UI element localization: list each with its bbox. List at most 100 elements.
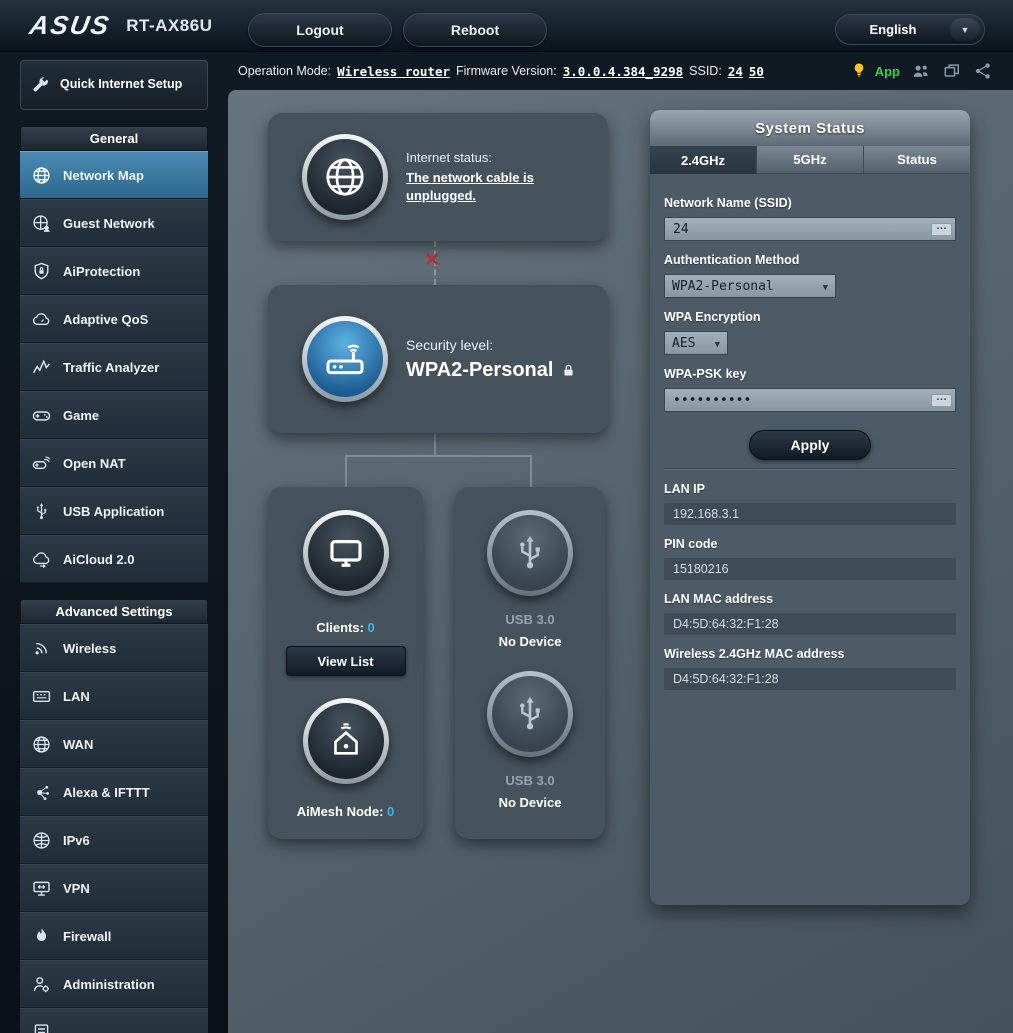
connector-branch: [345, 455, 531, 457]
ssid-5ghz-link[interactable]: 50: [749, 64, 764, 79]
apply-button[interactable]: Apply: [749, 430, 871, 460]
sidebar-item-aiprotection[interactable]: AiProtection: [20, 247, 208, 295]
sidebar-item-label: Game: [63, 407, 100, 423]
sidebar-item-label: AiCloud 2.0: [63, 551, 135, 567]
sidebar-item-adaptive-qos[interactable]: Adaptive QoS: [20, 295, 208, 343]
sidebar-item-wan[interactable]: WAN: [20, 720, 208, 768]
status-bar: Operation Mode: Wireless router Firmware…: [228, 52, 1013, 90]
sidebar-item-alexa-ifttt[interactable]: Alexa & IFTTT: [20, 768, 208, 816]
sidebar-item-wireless[interactable]: Wireless: [20, 624, 208, 672]
sidebar-item-label: IPv6: [63, 832, 90, 848]
router-admin-app: ASUS RT-AX86U Logout Reboot English Oper…: [0, 0, 1013, 1033]
wan-globe-icon: [33, 735, 50, 753]
auth-method-value: WPA2-Personal: [672, 278, 774, 294]
usb1-status: No Device: [498, 634, 562, 649]
windows-copy-icon[interactable]: [942, 61, 962, 81]
logout-button[interactable]: Logout: [248, 13, 392, 47]
lan-mac-label: LAN MAC address: [664, 592, 774, 606]
aimesh-label: AiMesh Node:: [296, 804, 384, 819]
sidebar-item-vpn[interactable]: VPN: [20, 864, 208, 912]
sidebar-item-lan[interactable]: LAN: [20, 672, 208, 720]
usb2-status: No Device: [498, 795, 562, 810]
network-share-icon[interactable]: [973, 61, 993, 81]
internet-globe-button[interactable]: [302, 134, 388, 220]
security-level-value: WPA2-Personal: [406, 358, 554, 381]
usb1-button[interactable]: [487, 510, 573, 596]
sidebar-item-traffic-analyzer[interactable]: Traffic Analyzer: [20, 343, 208, 391]
sidebar-item-ipv6[interactable]: IPv6: [20, 816, 208, 864]
statusbar-icons: App: [849, 61, 1013, 81]
sidebar-item-label: VPN: [63, 880, 90, 896]
asus-logo[interactable]: ASUS: [27, 10, 113, 41]
sidebar-item-aicloud[interactable]: AiCloud 2.0: [20, 535, 208, 583]
sidebar-item-label: Traffic Analyzer: [63, 359, 160, 375]
app-bulb-icon[interactable]: [849, 61, 869, 81]
sidebar-item-label: Open NAT: [63, 455, 126, 471]
ipv6-globe-icon: [33, 831, 50, 849]
wpa-encryption-label: WPA Encryption: [664, 310, 761, 324]
firmware-label: Firmware Version:: [456, 64, 557, 78]
network-map-canvas: Internet status: The network cable is un…: [228, 90, 1013, 1033]
cloud-gauge-icon: [33, 312, 50, 325]
reboot-button[interactable]: Reboot: [403, 13, 547, 47]
aimesh-count: 0: [387, 804, 395, 819]
monitor-icon: [329, 540, 362, 567]
sidebar-item-partial[interactable]: [20, 1008, 208, 1033]
wireless-mac-label: Wireless 2.4GHz MAC address: [664, 647, 845, 661]
wpa-psk-input[interactable]: [673, 392, 927, 408]
sidebar-item-game[interactable]: Game: [20, 391, 208, 439]
usb-icon: [520, 536, 540, 569]
ssid-field: [664, 217, 956, 241]
view-list-button[interactable]: View List: [285, 646, 406, 676]
psk-more-icon[interactable]: [931, 394, 952, 407]
tab-status[interactable]: Status: [864, 146, 970, 174]
sidebar-item-firewall[interactable]: Firewall: [20, 912, 208, 960]
gamepad-icon: [32, 410, 51, 421]
system-status-title: System Status: [650, 110, 970, 146]
sidebar-item-network-map[interactable]: Network Map: [20, 151, 208, 199]
quick-internet-setup-button[interactable]: Quick Internet Setup: [20, 60, 208, 110]
router-button[interactable]: [302, 316, 388, 402]
aimesh-icon: [333, 723, 358, 755]
tab-5ghz[interactable]: 5GHz: [757, 146, 864, 174]
flame-icon: [36, 927, 47, 941]
aimesh-button[interactable]: [302, 698, 389, 784]
sidebar-item-open-nat[interactable]: Open NAT: [20, 439, 208, 487]
clients-button[interactable]: [302, 510, 389, 596]
sidebar-item-administration[interactable]: Administration: [20, 960, 208, 1008]
firmware-link[interactable]: 3.0.0.4.384_9298: [563, 64, 683, 79]
app-link[interactable]: App: [875, 64, 900, 79]
chevron-down-icon: [707, 336, 720, 351]
wpa-encryption-select[interactable]: AES: [664, 331, 728, 355]
usb2-button[interactable]: [487, 671, 573, 757]
auth-method-label: Authentication Method: [664, 253, 800, 267]
tab-2-4ghz[interactable]: 2.4GHz: [650, 146, 757, 174]
divider: [664, 468, 956, 470]
lan-mac-value: D4:5D:64:32:F1:28: [664, 613, 956, 635]
language-selector[interactable]: English: [835, 14, 985, 45]
log-icon: [34, 1023, 49, 1033]
ssid-24ghz-link[interactable]: 24: [728, 64, 743, 79]
language-value: English: [869, 22, 917, 37]
wrench-icon: [33, 76, 48, 91]
shield-icon: [34, 262, 49, 279]
router-model: RT-AX86U: [126, 15, 213, 35]
sidebar-item-label: Alexa & IFTTT: [63, 784, 150, 800]
cloud-sync-icon: [33, 551, 50, 568]
lan-ip-value: 192.168.3.1: [664, 503, 956, 525]
auth-method-select[interactable]: WPA2-Personal: [664, 274, 836, 298]
ssid-input[interactable]: [673, 221, 927, 237]
sidebar-item-usb-application[interactable]: USB Application: [20, 487, 208, 535]
operation-mode-link[interactable]: Wireless router: [337, 64, 450, 79]
clients-status-icon[interactable]: [911, 61, 931, 81]
antenna-icon: [35, 642, 48, 654]
wireless-mac-value: D4:5D:64:32:F1:28: [664, 668, 956, 690]
sidebar-item-label: LAN: [63, 688, 90, 704]
connected-nodes-icon: [37, 785, 50, 800]
pin-code-value: 15180216: [664, 558, 956, 580]
lan-port-icon: [32, 690, 51, 702]
connector-clients: [345, 455, 347, 487]
ssid-more-icon[interactable]: [931, 223, 952, 236]
sidebar-item-label: Firewall: [63, 928, 112, 944]
sidebar-item-guest-network[interactable]: Guest Network: [20, 199, 208, 247]
